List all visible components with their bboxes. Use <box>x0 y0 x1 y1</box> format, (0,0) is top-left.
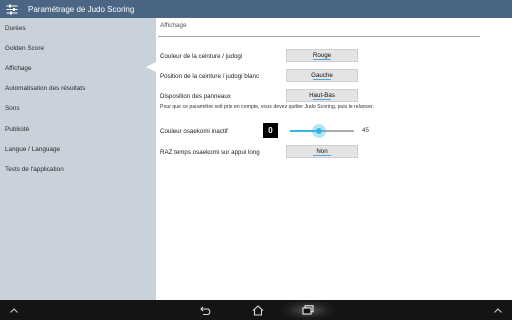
button-indicator <box>313 79 331 80</box>
action-bar: Paramétrage de Judo Scoring <box>0 0 512 18</box>
panel-layout-button[interactable]: Haut-Bas <box>286 89 358 102</box>
osaekomi-color-label: Couleur osaekomi inactif <box>160 128 228 135</box>
osaekomi-slider-value: 45 <box>362 127 369 134</box>
button-indicator <box>313 59 331 60</box>
settings-categories: Durées Golden Score Affichage Automatisa… <box>0 18 156 300</box>
settings-detail-panel: Affichage Couleur de la ceinture / judog… <box>156 18 512 300</box>
back-icon[interactable] <box>196 300 216 320</box>
chevron-up-left-icon[interactable] <box>6 300 22 320</box>
nav-item-golden-score[interactable]: Golden Score <box>0 38 156 58</box>
belt-color-value: Rouge <box>312 52 332 59</box>
selection-pointer <box>146 62 156 72</box>
home-icon[interactable] <box>248 300 268 320</box>
osaekomi-slider-thumb[interactable] <box>311 124 326 138</box>
belt-position-button[interactable]: Gauche <box>286 69 358 82</box>
nav-item-durees[interactable]: Durées <box>0 18 156 38</box>
panel-layout-value: Haut-Bas <box>309 92 335 99</box>
nav-item-automatisation[interactable]: Automatisation des résultats <box>0 79 156 99</box>
reset-osaekomi-button[interactable]: Non <box>286 145 358 158</box>
section-title: Affichage <box>160 22 187 29</box>
nav-item-affichage[interactable]: Affichage <box>0 58 156 79</box>
reset-osaekomi-value: Non <box>316 148 328 155</box>
chevron-up-right-icon[interactable] <box>490 300 506 320</box>
panel-layout-label: Disposition des panneaux <box>160 93 231 100</box>
recent-apps-icon[interactable] <box>298 300 318 320</box>
app-title: Paramétrage de Judo Scoring <box>28 4 135 14</box>
section-divider <box>158 36 480 37</box>
nav-item-langue[interactable]: Langue / Language <box>0 139 156 159</box>
restart-note: Pour que ce paramètre soit pris en compt… <box>160 104 374 110</box>
belt-color-label: Couleur de la ceinture / judogi <box>160 53 243 60</box>
belt-color-button[interactable]: Rouge <box>286 49 358 62</box>
nav-item-tests[interactable]: Tests de l'application <box>0 159 156 179</box>
belt-position-value: Gauche <box>311 72 333 79</box>
belt-position-label: Position de la ceinture / judogi blanc <box>160 73 260 80</box>
nav-item-sons[interactable]: Sons <box>0 99 156 119</box>
osaekomi-color-swatch[interactable]: 0 <box>263 123 278 138</box>
reset-osaekomi-label: RAZ temps osaekomi sur appui long <box>160 149 260 156</box>
button-indicator <box>313 155 331 156</box>
button-indicator <box>313 99 331 100</box>
slider-thumb-core <box>315 128 322 134</box>
nav-item-publicite[interactable]: Publicité <box>0 119 156 139</box>
settings-sliders-icon[interactable] <box>3 0 21 18</box>
